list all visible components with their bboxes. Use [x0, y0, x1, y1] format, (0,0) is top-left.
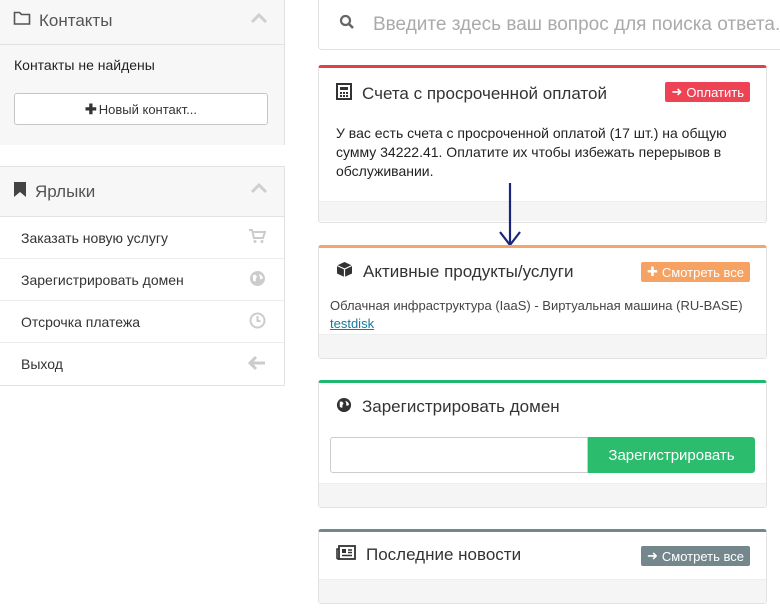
overdue-card-header: Счета с просроченной оплатой ➜ Оплатить	[319, 68, 766, 120]
domain-input[interactable]	[330, 437, 588, 473]
sidebar-item-label: Выход	[21, 356, 63, 372]
bookmark-icon	[13, 181, 27, 203]
register-domain-card: Зарегистрировать домен Зарегистрировать	[318, 380, 767, 508]
overdue-card-title: Счета с просроченной оплатой	[362, 84, 607, 103]
domain-card-header: Зарегистрировать домен	[319, 383, 766, 431]
view-all-products-button[interactable]: ✚ Смотреть все	[641, 262, 750, 282]
globe-icon	[336, 397, 352, 418]
new-contact-button[interactable]: ✚ Новый контакт...	[14, 93, 268, 125]
shortcuts-panel-header[interactable]: Ярлыки	[0, 167, 284, 217]
overdue-invoices-card: Счета с просроченной оплатой ➜ Оплатить …	[318, 65, 767, 223]
products-card-title: Активные продукты/услуги	[363, 262, 574, 281]
news-card-title: Последние новости	[366, 545, 522, 564]
new-contact-label: Новый контакт...	[98, 101, 197, 117]
arrow-right-icon: ➜	[671, 84, 683, 99]
search-input[interactable]	[373, 13, 780, 36]
overdue-message: У вас есть счета с просроченной оплатой …	[336, 125, 727, 179]
cube-icon	[336, 261, 353, 283]
view-all-news-button[interactable]: ➜ Смотреть все	[641, 546, 750, 566]
plus-icon: ✚	[85, 100, 97, 117]
contacts-empty-text: Контакты не найдены	[14, 57, 155, 73]
folder-icon	[13, 10, 31, 31]
chevron-up-icon[interactable]	[250, 181, 268, 199]
domain-card-footer	[319, 483, 766, 507]
arrow-left-icon	[247, 355, 266, 374]
contacts-title: Контакты	[39, 10, 113, 30]
product-description: Облачная инфраструктура (IaaS) - Виртуал…	[330, 298, 743, 313]
cart-icon	[248, 228, 267, 247]
view-all-label: Смотреть все	[661, 264, 744, 280]
product-link[interactable]: testdisk	[319, 315, 766, 332]
products-card-header: Активные продукты/услуги ✚ Смотреть все	[319, 248, 766, 296]
overdue-card-footer	[319, 201, 766, 221]
sidebar-item-logout[interactable]: Выход	[0, 343, 284, 385]
contacts-panel: Контакты Контакты не найдены ✚ Новый кон…	[0, 0, 285, 145]
register-button[interactable]: Зарегистрировать	[588, 437, 755, 473]
view-all-label: Смотреть все	[661, 548, 744, 564]
search-bar	[318, 0, 780, 50]
clock-icon	[249, 312, 266, 332]
contacts-body: Контакты не найдены ✚ Новый контакт...	[0, 45, 284, 145]
contacts-panel-header[interactable]: Контакты	[0, 0, 284, 45]
shortcuts-panel: Ярлыки Заказать новую услугу Зарегистрир…	[0, 166, 285, 386]
news-card-header: Последние новости ➜ Смотреть все	[319, 532, 766, 578]
domain-form: Зарегистрировать	[319, 431, 766, 480]
sidebar-item-label: Отсрочка платежа	[21, 313, 141, 330]
sidebar-item-label: Зарегистрировать домен	[21, 271, 184, 288]
globe-icon	[249, 270, 266, 290]
products-card-footer	[319, 334, 766, 358]
sidebar-item-order-service[interactable]: Заказать новую услугу	[0, 217, 284, 259]
newspaper-icon	[336, 545, 356, 565]
domain-card-title: Зарегистрировать домен	[362, 397, 560, 416]
shortcuts-title: Ярлыки	[35, 181, 96, 201]
arrow-right-icon: ➜	[647, 548, 658, 563]
annotation-arrow-icon	[499, 183, 521, 247]
sidebar-item-label: Заказать новую услугу	[21, 229, 168, 246]
plus-icon: ✚	[647, 264, 658, 279]
pay-button[interactable]: ➜ Оплатить	[665, 82, 750, 102]
pay-button-label: Оплатить	[686, 84, 744, 100]
latest-news-card: Последние новости ➜ Смотреть все	[318, 529, 767, 604]
sidebar-item-payment-deferral[interactable]: Отсрочка платежа	[0, 301, 284, 343]
calculator-icon	[336, 83, 352, 105]
sidebar-item-register-domain[interactable]: Зарегистрировать домен	[0, 259, 284, 301]
search-icon	[339, 14, 355, 35]
chevron-up-icon[interactable]	[250, 11, 268, 29]
news-card-footer	[319, 579, 766, 603]
active-products-card: Активные продукты/услуги ✚ Смотреть все …	[318, 245, 767, 359]
